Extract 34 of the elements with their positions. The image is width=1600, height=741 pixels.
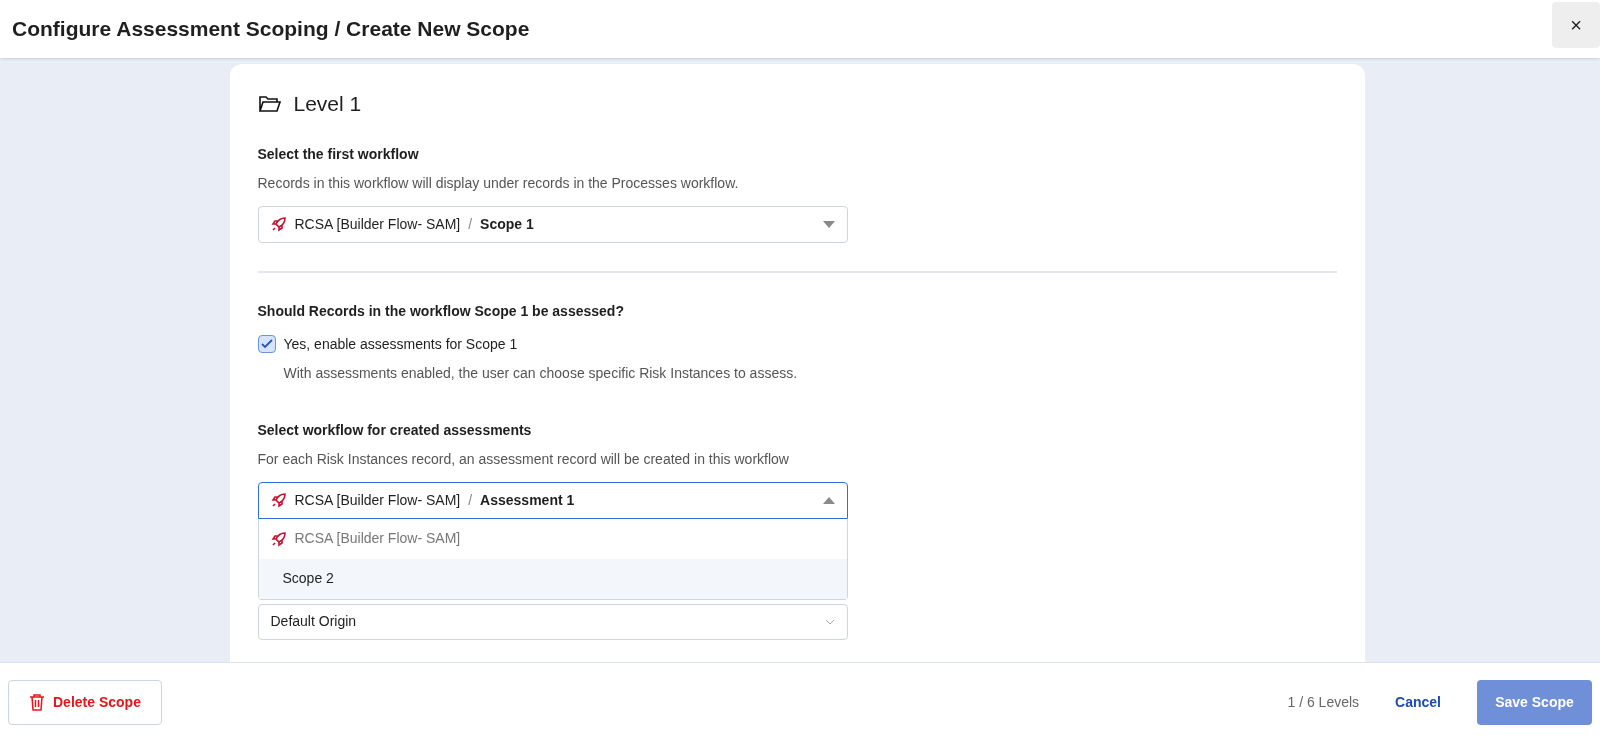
dialog-title: Configure Assessment Scoping / Create New Scope <box>12 16 530 43</box>
section-label: Select workflow for created assessments <box>257 420 533 440</box>
workflow-name: Assessment 1 <box>480 490 575 510</box>
group-label: RCSA [Builder Flow- SAM] <box>294 529 461 548</box>
origin-select[interactable]: Default Origin <box>257 603 848 640</box>
close-button[interactable]: × <box>1552 2 1600 48</box>
dropdown-option[interactable]: Scope 2 <box>258 558 847 599</box>
caret-down-icon <box>822 220 835 228</box>
section-label: Should Records in the workflow Scope 1 be assessed? <box>257 301 625 321</box>
chevron-down-icon <box>824 618 835 625</box>
rocket-icon <box>270 216 287 232</box>
checkbox-help: With assessments enabled, the user can choose specific Risk Instances to assess. <box>283 363 798 383</box>
cancel-button[interactable]: Cancel <box>1395 691 1441 713</box>
checkbox-label: Yes, enable assessments for Scope 1 <box>283 334 519 354</box>
workflow-name: Scope 1 <box>480 214 534 234</box>
path-separator: / <box>468 490 473 510</box>
rocket-icon <box>270 530 287 547</box>
workflow-select[interactable]: RCSA [Builder Flow- SAM] / Assessment 1 <box>257 481 848 519</box>
section-help: Records in this workflow will display under records in the Processes workflow. <box>257 173 740 193</box>
caret-up-icon <box>822 496 835 504</box>
section-help: For each Risk Instances record, an assessment record will be created in this workflow <box>257 449 790 469</box>
workflow-select[interactable]: RCSA [Builder Flow- SAM] / Scope 1 <box>257 205 848 243</box>
folder-icon <box>257 93 282 114</box>
rocket-icon <box>270 492 287 508</box>
trash-icon <box>29 693 45 711</box>
checkbox[interactable] <box>257 334 276 353</box>
app-name: RCSA [Builder Flow- SAM] <box>294 214 461 234</box>
level-counter-text: 1 / 6 Levels <box>1287 692 1360 712</box>
path-separator: / <box>468 214 473 234</box>
level-title: Level 1 <box>293 91 362 117</box>
app-name: RCSA [Builder Flow- SAM] <box>294 490 461 510</box>
delete-button[interactable]: Delete Scope <box>8 679 162 725</box>
checkmark-icon <box>260 338 273 349</box>
section-label: Select the first workflow <box>257 144 420 164</box>
